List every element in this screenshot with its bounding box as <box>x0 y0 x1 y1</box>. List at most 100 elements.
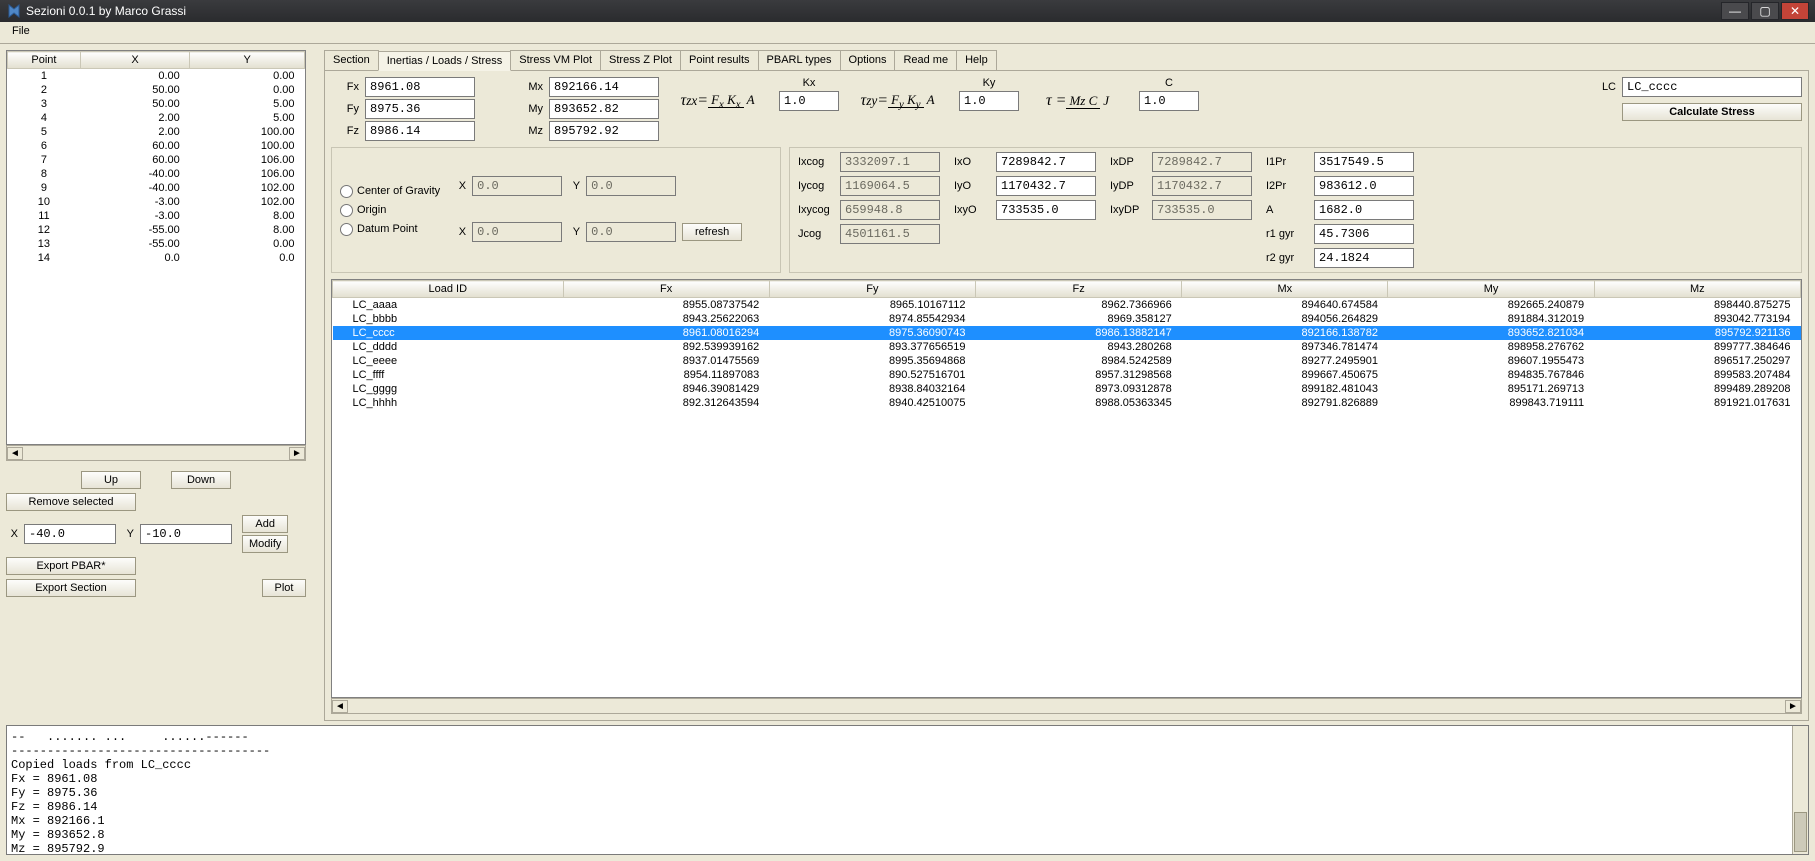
i1pr-input[interactable] <box>1314 152 1414 172</box>
loads-header[interactable]: Load ID <box>333 281 564 298</box>
menu-file[interactable]: File <box>6 23 36 39</box>
table-row[interactable]: 42.005.00 <box>8 111 305 125</box>
tab-stress-z-plot[interactable]: Stress Z Plot <box>600 50 681 70</box>
c-input[interactable] <box>1139 91 1199 111</box>
origin-radio[interactable]: Origin <box>340 204 440 217</box>
fy-input[interactable] <box>365 99 475 119</box>
ixyo-input[interactable] <box>996 200 1096 220</box>
cg-radio[interactable]: Center of Gravity <box>340 185 440 198</box>
table-row[interactable]: 10-3.00102.00 <box>8 195 305 209</box>
fz-input[interactable] <box>365 121 475 141</box>
up-button[interactable]: Up <box>81 471 141 489</box>
tab-pbarl-types[interactable]: PBARL types <box>758 50 841 70</box>
tab-section[interactable]: Section <box>324 50 379 70</box>
table-row[interactable]: 760.00106.00 <box>8 153 305 167</box>
points-hscroll[interactable]: ◄ ► <box>6 445 306 461</box>
table-row[interactable]: 250.000.00 <box>8 83 305 97</box>
a-input[interactable] <box>1314 200 1414 220</box>
table-row[interactable]: 10.000.00 <box>8 69 305 84</box>
plot-button[interactable]: Plot <box>262 579 306 597</box>
r1-input[interactable] <box>1314 224 1414 244</box>
kx-input[interactable] <box>779 91 839 111</box>
jcog-label: Jcog <box>798 228 836 240</box>
console-output[interactable]: -- ....... ... ......------ ------------… <box>6 725 1809 855</box>
maximize-button[interactable]: ▢ <box>1751 2 1779 20</box>
fx-input[interactable] <box>365 77 475 97</box>
x-input[interactable] <box>24 524 116 544</box>
loads-hscroll[interactable]: ◄ ► <box>331 698 1802 714</box>
ixcog-label: Ixcog <box>798 156 836 168</box>
scroll-left-icon[interactable]: ◄ <box>7 447 23 460</box>
console-vscroll[interactable] <box>1792 726 1808 854</box>
table-row[interactable]: 9-40.00102.00 <box>8 181 305 195</box>
export-pbar-button[interactable]: Export PBAR* <box>6 557 136 575</box>
points-header[interactable]: X <box>80 52 189 69</box>
loads-header[interactable]: My <box>1388 281 1594 298</box>
mx-input[interactable] <box>549 77 659 97</box>
table-row[interactable]: LC_dddd892.539939162893.3776565198943.28… <box>333 340 1801 354</box>
app-icon <box>6 3 22 19</box>
tab-stress-vm-plot[interactable]: Stress VM Plot <box>510 50 601 70</box>
loads-header[interactable]: Mx <box>1182 281 1388 298</box>
i2pr-input[interactable] <box>1314 176 1414 196</box>
table-row[interactable]: 11-3.008.00 <box>8 209 305 223</box>
scroll-right-icon[interactable]: ► <box>289 447 305 460</box>
refresh-button[interactable]: refresh <box>682 223 742 241</box>
r2-input[interactable] <box>1314 248 1414 268</box>
tab-options[interactable]: Options <box>840 50 896 70</box>
lc-input[interactable] <box>1622 77 1802 97</box>
ky-input[interactable] <box>959 91 1019 111</box>
table-row[interactable]: LC_eeee8937.014755698995.356948688984.52… <box>333 354 1801 368</box>
loads-header[interactable]: Fz <box>975 281 1181 298</box>
table-row[interactable]: 8-40.00106.00 <box>8 167 305 181</box>
menubar: File <box>0 22 1815 44</box>
orig-x1-input <box>472 176 562 196</box>
remove-selected-button[interactable]: Remove selected <box>6 493 136 511</box>
table-row[interactable]: 140.00.0 <box>8 251 305 265</box>
tabs: SectionInertias / Loads / StressStress V… <box>324 50 1809 71</box>
x-label: X <box>6 528 18 540</box>
ixydp-value <box>1152 200 1252 220</box>
add-button[interactable]: Add <box>242 515 288 533</box>
mz-input[interactable] <box>549 121 659 141</box>
fx-label: Fx <box>331 81 359 93</box>
console-text: -- ....... ... ......------ ------------… <box>11 730 270 855</box>
tab-inertias-loads-stress[interactable]: Inertias / Loads / Stress <box>378 51 512 71</box>
table-row[interactable]: LC_ffff8954.11897083890.5275167018957.31… <box>333 368 1801 382</box>
ky-label: Ky <box>983 77 996 89</box>
tau-zx-formula: τzx=Fx KxA <box>679 77 759 125</box>
close-button[interactable]: ✕ <box>1781 2 1809 20</box>
points-header[interactable]: Y <box>190 52 305 69</box>
table-row[interactable]: 12-55.008.00 <box>8 223 305 237</box>
points-header[interactable]: Point <box>8 52 81 69</box>
table-row[interactable]: LC_cccc8961.080162948975.360907438986.13… <box>333 326 1801 340</box>
loads-header[interactable]: Mz <box>1594 281 1800 298</box>
minimize-button[interactable]: — <box>1721 2 1749 20</box>
scroll-right-icon[interactable]: ► <box>1785 700 1801 713</box>
calculate-stress-button[interactable]: Calculate Stress <box>1622 103 1802 121</box>
table-row[interactable]: LC_hhhh892.3126435948940.425100758988.05… <box>333 396 1801 410</box>
down-button[interactable]: Down <box>171 471 231 489</box>
scroll-left-icon[interactable]: ◄ <box>332 700 348 713</box>
table-row[interactable]: LC_bbbb8943.256220638974.855429348969.35… <box>333 312 1801 326</box>
table-row[interactable]: 13-55.000.00 <box>8 237 305 251</box>
tab-help[interactable]: Help <box>956 50 997 70</box>
points-table[interactable]: PointXY 10.000.00250.000.00350.005.0042.… <box>6 50 306 445</box>
iyo-input[interactable] <box>996 176 1096 196</box>
y-input[interactable] <box>140 524 232 544</box>
table-row[interactable]: LC_aaaa8955.087375428965.101671128962.73… <box>333 298 1801 313</box>
tab-read-me[interactable]: Read me <box>894 50 957 70</box>
ixo-input[interactable] <box>996 152 1096 172</box>
table-row[interactable]: 350.005.00 <box>8 97 305 111</box>
modify-button[interactable]: Modify <box>242 535 288 553</box>
loads-header[interactable]: Fx <box>563 281 769 298</box>
loads-header[interactable]: Fy <box>769 281 975 298</box>
export-section-button[interactable]: Export Section <box>6 579 136 597</box>
table-row[interactable]: 660.00100.00 <box>8 139 305 153</box>
dp-radio[interactable]: Datum Point <box>340 223 440 236</box>
table-row[interactable]: LC_gggg8946.390814298938.840321648973.09… <box>333 382 1801 396</box>
my-input[interactable] <box>549 99 659 119</box>
tab-point-results[interactable]: Point results <box>680 50 759 70</box>
table-row[interactable]: 52.00100.00 <box>8 125 305 139</box>
loads-table[interactable]: Load IDFxFyFzMxMyMz LC_aaaa8955.08737542… <box>331 279 1802 698</box>
